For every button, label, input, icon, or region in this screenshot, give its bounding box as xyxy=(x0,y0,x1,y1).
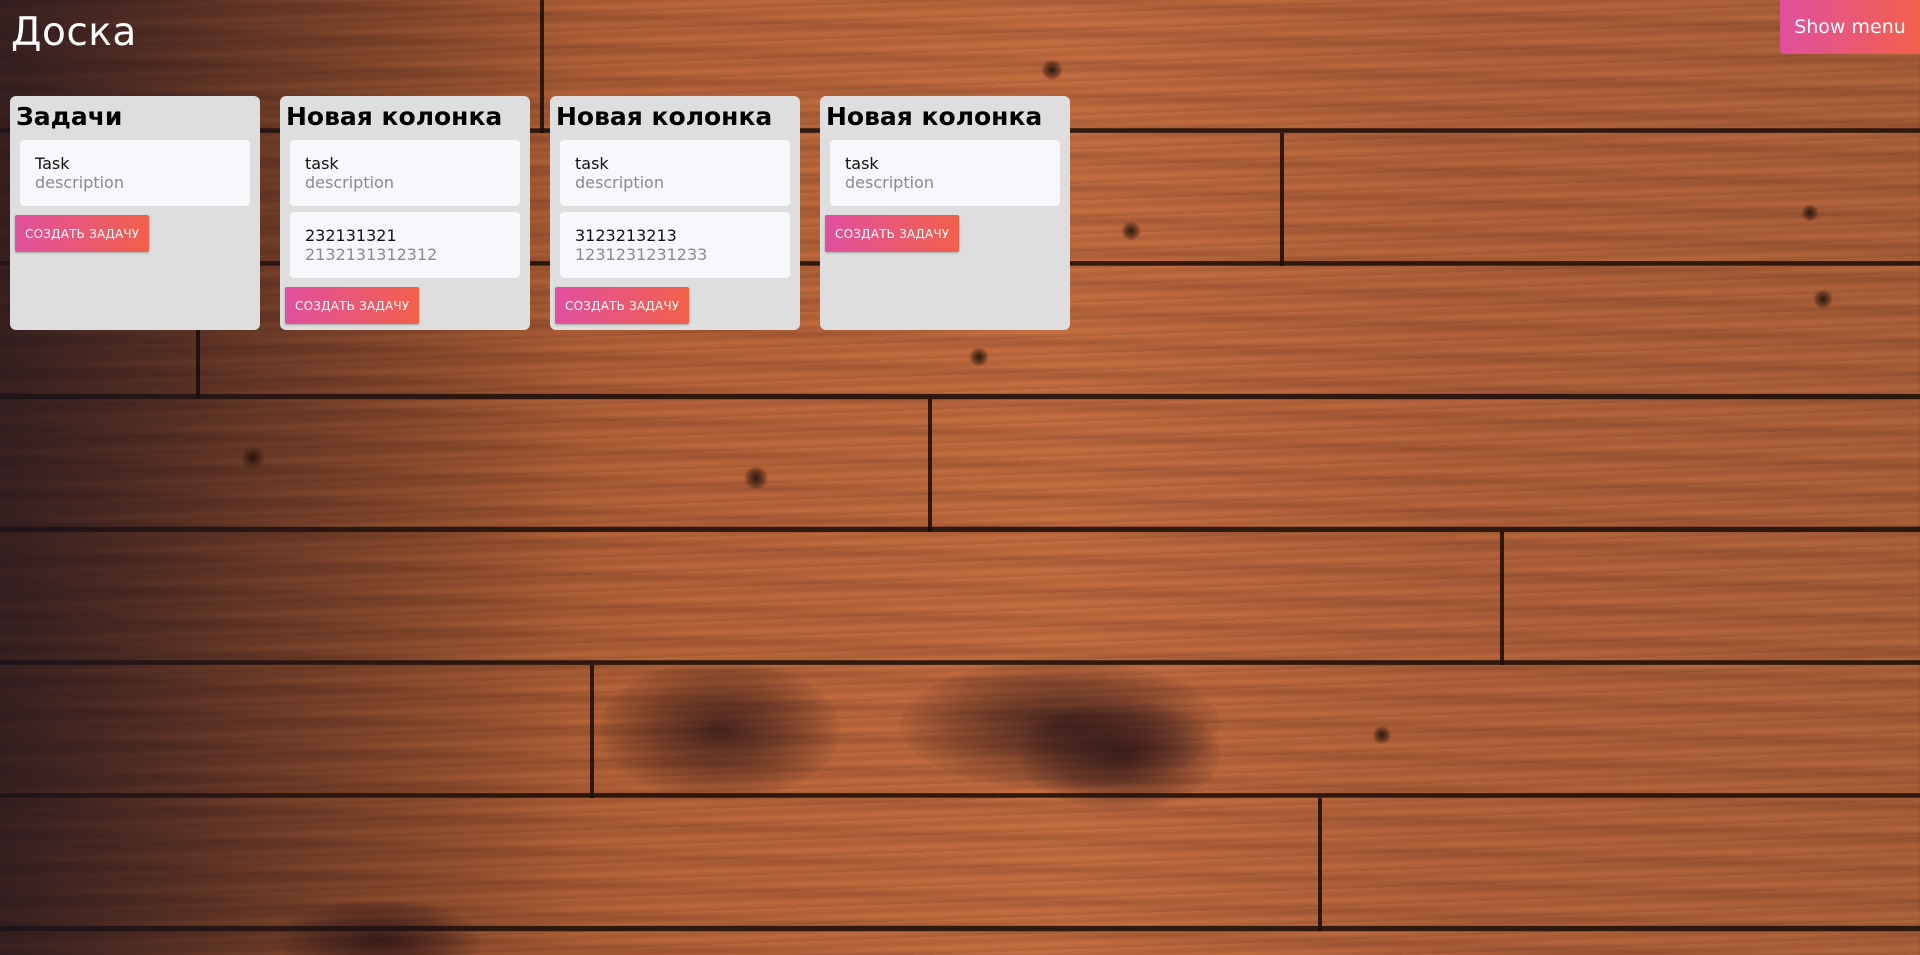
page-title: Доска xyxy=(11,10,137,55)
task-description: 1231231231233 xyxy=(575,245,708,264)
plank-seam xyxy=(1500,532,1504,665)
task-title: Task xyxy=(35,154,70,173)
column-title[interactable]: Новая колонка xyxy=(286,102,525,132)
board-column: Новая колонка task description СОЗДАТЬ З… xyxy=(820,96,1070,330)
task-card[interactable]: 3123213213 1231231231233 xyxy=(560,212,790,278)
column-title[interactable]: Новая колонка xyxy=(826,102,1065,132)
boot-print-stain xyxy=(280,900,480,955)
task-description: description xyxy=(305,173,394,192)
wood-knot xyxy=(1040,60,1064,80)
wood-knot xyxy=(742,467,770,489)
wood-knot xyxy=(1120,222,1142,240)
task-title: 3123213213 xyxy=(575,226,677,245)
task-card[interactable]: task description xyxy=(830,140,1060,206)
task-title: task xyxy=(845,154,879,173)
show-menu-button[interactable]: Show menu xyxy=(1780,0,1920,54)
create-task-button[interactable]: СОЗДАТЬ ЗАДАЧУ xyxy=(555,287,690,324)
task-description: 2132131312312 xyxy=(305,245,438,264)
board-column: Новая колонка task description 232131321… xyxy=(280,96,530,330)
board-column: Задачи Task description СОЗДАТЬ ЗАДАЧУ xyxy=(10,96,260,330)
create-task-button[interactable]: СОЗДАТЬ ЗАДАЧУ xyxy=(285,287,420,324)
task-title: 232131321 xyxy=(305,226,397,245)
column-title[interactable]: Задачи xyxy=(16,102,255,132)
plank-seam xyxy=(1318,798,1322,931)
kanban-board: Задачи Task description СОЗДАТЬ ЗАДАЧУ Н… xyxy=(10,96,1070,330)
wood-knot xyxy=(1812,290,1834,308)
task-card[interactable]: task description xyxy=(290,140,520,206)
boot-print-stain xyxy=(600,660,840,800)
boot-print-stain xyxy=(1020,700,1220,810)
task-card[interactable]: Task description xyxy=(20,140,250,206)
wood-knot xyxy=(240,447,266,469)
board-column: Новая колонка task description 312321321… xyxy=(550,96,800,330)
create-task-button[interactable]: СОЗДАТЬ ЗАДАЧУ xyxy=(15,215,150,252)
plank-seam xyxy=(1280,133,1284,266)
plank-seam xyxy=(928,399,932,532)
task-title: task xyxy=(575,154,609,173)
task-description: description xyxy=(845,173,934,192)
wood-knot xyxy=(1372,726,1392,744)
task-description: description xyxy=(35,173,124,192)
wood-knot xyxy=(968,348,990,366)
task-card[interactable]: task description xyxy=(560,140,790,206)
column-title[interactable]: Новая колонка xyxy=(556,102,795,132)
task-card[interactable]: 232131321 2132131312312 xyxy=(290,212,520,278)
plank-seam xyxy=(590,665,594,798)
create-task-button[interactable]: СОЗДАТЬ ЗАДАЧУ xyxy=(825,215,960,252)
task-description: description xyxy=(575,173,664,192)
wood-knot xyxy=(1800,205,1820,221)
task-title: task xyxy=(305,154,339,173)
